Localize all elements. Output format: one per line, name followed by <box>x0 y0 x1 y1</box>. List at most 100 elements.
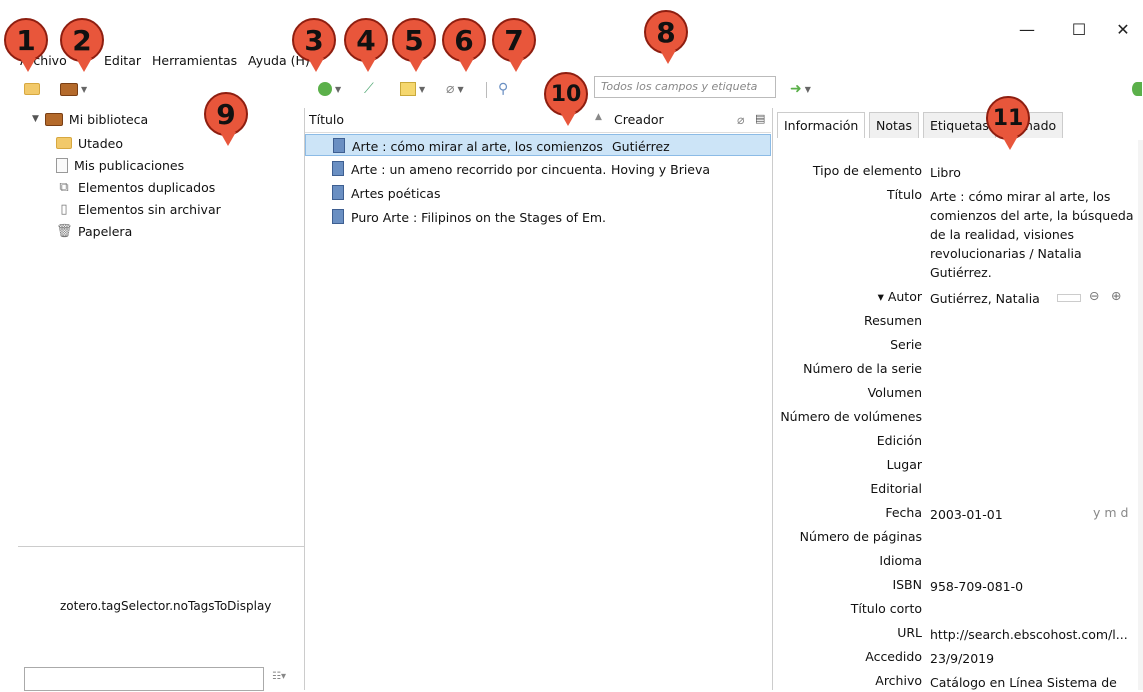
field-isbn: ISBN 958-709-081-0 <box>773 574 1143 596</box>
creator-type-switch[interactable] <box>1057 294 1081 302</box>
search-input[interactable]: Todos los campos y etiqueta <box>594 76 776 98</box>
item-creator: Hoving y Brieva <box>611 162 711 177</box>
item-title: Puro Arte : Filipinos on the Stages of E… <box>351 210 606 225</box>
new-item-button[interactable]: ▼ <box>318 80 341 98</box>
close-button[interactable]: ✕ <box>1108 18 1138 42</box>
callout-badge: 7 <box>492 18 536 72</box>
new-note-button[interactable]: ▼ <box>400 80 425 98</box>
item-title: Arte : cómo mirar al arte, los comienzos… <box>352 139 607 154</box>
field-url: URL http://search.ebscohost.com/l... <box>773 622 1143 644</box>
tag-selector: zotero.tagSelector.noTagsToDisplay ☷▾ <box>18 546 304 691</box>
field-label: Resumen <box>863 313 922 328</box>
field-label: ISBN <box>892 577 922 592</box>
tree-item-utadeo[interactable]: Utadeo <box>56 132 123 154</box>
field-value[interactable]: Gutiérrez, Natalia <box>930 289 1135 308</box>
field-label: URL <box>897 625 922 640</box>
field-tipo: Tipo de elemento Libro <box>773 160 1143 182</box>
book-icon <box>332 161 344 176</box>
title-bar: — ☐ ✕ <box>0 0 1143 50</box>
callout-badge: 6 <box>442 18 486 72</box>
duplicates-icon: ⧉ <box>59 179 69 195</box>
chevron-down-icon: ▼ <box>419 84 426 94</box>
tree-item-mi-biblioteca[interactable]: ▼ Mi biblioteca <box>32 108 148 130</box>
new-collection-button[interactable] <box>24 80 40 98</box>
field-fecha: Fecha 2003-01-01 y m d <box>773 502 1143 524</box>
tab-informacion[interactable]: Información <box>777 112 866 138</box>
tab-notas[interactable]: Notas <box>869 112 920 138</box>
item-title: Arte : un ameno recorrido por cincuenta.… <box>351 162 606 177</box>
chevron-down-icon: ▼ <box>335 84 342 94</box>
tree-item-papelera[interactable]: 🗑 Papelera <box>56 220 132 242</box>
callout-badge: 8 <box>644 10 688 64</box>
add-icon <box>318 82 332 96</box>
add-by-identifier-button[interactable]: ⟋ <box>364 80 374 98</box>
paperclip-icon: ⌀ <box>446 81 455 97</box>
item-title: Artes poéticas <box>351 186 441 201</box>
tree-item-duplicados[interactable]: ⧉ Elementos duplicados <box>56 176 215 198</box>
attachment-column-icon[interactable]: ⌀ <box>737 112 745 127</box>
field-numero-volumenes: Número de volúmenes <box>773 406 1143 428</box>
menu-editar[interactable]: Editar <box>104 53 141 68</box>
field-value[interactable]: Catálogo en Línea Sistema de <box>930 673 1135 692</box>
book-icon <box>333 138 345 153</box>
field-value[interactable]: Arte : cómo mirar al arte, los comienzos… <box>930 187 1135 282</box>
folder-icon <box>56 137 72 149</box>
field-titulo-corto: Título corto <box>773 598 1143 620</box>
book-icon <box>332 209 344 224</box>
field-titulo: Título Arte : cómo mirar al arte, los com… <box>773 184 1143 280</box>
field-value[interactable]: http://search.ebscohost.com/l... <box>930 625 1135 644</box>
callout-badge: 10 <box>544 72 588 126</box>
field-idioma: Idioma <box>773 550 1143 572</box>
tree-item-label: Mis publicaciones <box>74 157 185 173</box>
items-column-header: Título ▲ Creador ⌀ ▤ <box>305 108 771 133</box>
item-row[interactable]: Arte : cómo mirar al arte, los comienzos… <box>305 134 771 156</box>
field-value[interactable]: Libro <box>930 163 1135 182</box>
remove-creator-icon[interactable]: ⊖ <box>1089 288 1099 303</box>
sort-ascending-icon: ▲ <box>595 112 602 122</box>
locate-button[interactable]: ➜ ▼ <box>790 80 811 98</box>
field-label: Lugar <box>886 457 922 472</box>
callout-badge: 4 <box>344 18 388 72</box>
minimize-button[interactable]: — <box>1012 18 1042 42</box>
tree-item-label: Elementos duplicados <box>78 179 216 195</box>
callout-badge: 3 <box>292 18 336 72</box>
tree-item-label: Utadeo <box>78 135 123 151</box>
tree-item-label: Elementos sin archivar <box>78 201 221 217</box>
tag-menu-icon[interactable]: ☷▾ <box>272 671 286 682</box>
field-label: Idioma <box>879 553 922 568</box>
trash-icon: 🗑 <box>56 223 73 239</box>
book-icon <box>332 185 344 200</box>
menu-herramientas[interactable]: Herramientas <box>152 53 237 68</box>
item-row[interactable]: Artes poéticas <box>305 182 771 204</box>
add-creator-icon[interactable]: ⊕ <box>1111 288 1121 303</box>
column-title[interactable]: Título <box>309 112 344 127</box>
field-value[interactable]: 23/9/2019 <box>930 649 1135 668</box>
maximize-button[interactable]: ☐ <box>1064 18 1094 42</box>
column-creator[interactable]: Creador <box>614 112 664 127</box>
unfiled-icon: ▯ <box>60 201 68 217</box>
field-value[interactable]: 958-709-081-0 <box>930 577 1135 596</box>
sync-button[interactable] <box>1132 80 1142 98</box>
item-tabs: Información Notas Etiquetas cionado <box>773 108 1143 140</box>
callout-badge: 5 <box>392 18 436 72</box>
magnifier-icon: ⚲ <box>498 81 509 97</box>
tag-filter-input[interactable] <box>24 667 264 691</box>
sync-icon <box>1132 82 1142 96</box>
advanced-search-button[interactable]: ⚲ <box>498 80 508 98</box>
item-pane: Información Notas Etiquetas cionado Tipo… <box>772 108 1143 690</box>
callout-badge: 9 <box>204 92 248 146</box>
column-picker-icon[interactable]: ▤ <box>755 112 765 125</box>
tree-item-sin-archivar[interactable]: ▯ Elementos sin archivar <box>56 198 221 220</box>
tree-item-mis-publicaciones[interactable]: Mis publicaciones <box>56 154 184 176</box>
wand-icon: ⟋ <box>364 81 374 97</box>
field-label[interactable]: ▾ Autor <box>878 289 922 304</box>
field-label: Volumen <box>867 385 922 400</box>
tree-item-label: Papelera <box>78 223 133 239</box>
item-row[interactable]: Puro Arte : Filipinos on the Stages of E… <box>305 206 771 228</box>
add-attachment-button[interactable]: ⌀ ▼ <box>446 80 464 98</box>
new-library-button[interactable]: ▼ <box>60 80 87 98</box>
tab-etiquetas[interactable]: Etiquetas <box>923 112 996 138</box>
item-row[interactable]: Arte : un ameno recorrido por cincuenta.… <box>305 158 771 180</box>
field-paginas: Número de páginas <box>773 526 1143 548</box>
field-lugar: Lugar <box>773 454 1143 476</box>
